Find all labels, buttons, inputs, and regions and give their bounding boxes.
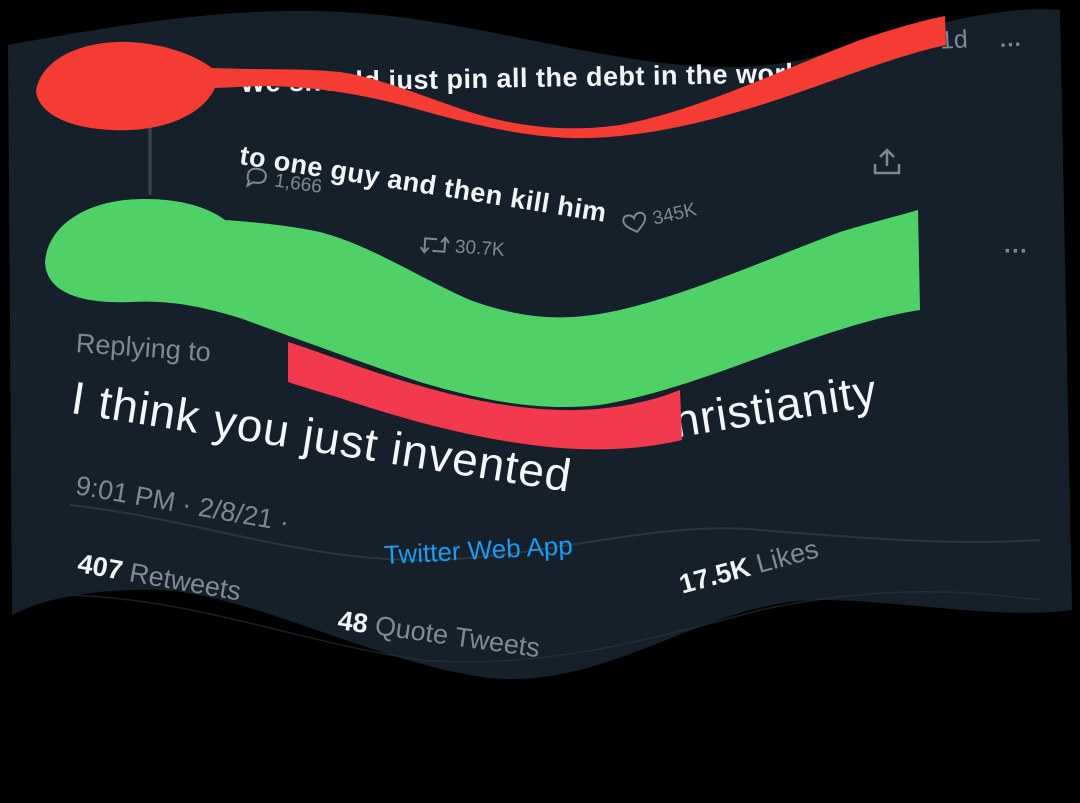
redaction-original-author (36, 16, 946, 139)
redaction-overlay (36, 16, 946, 450)
meme-canvas: 1d ··· We should just pin all the debt i… (0, 0, 1080, 803)
redaction-reply-author (45, 199, 920, 408)
